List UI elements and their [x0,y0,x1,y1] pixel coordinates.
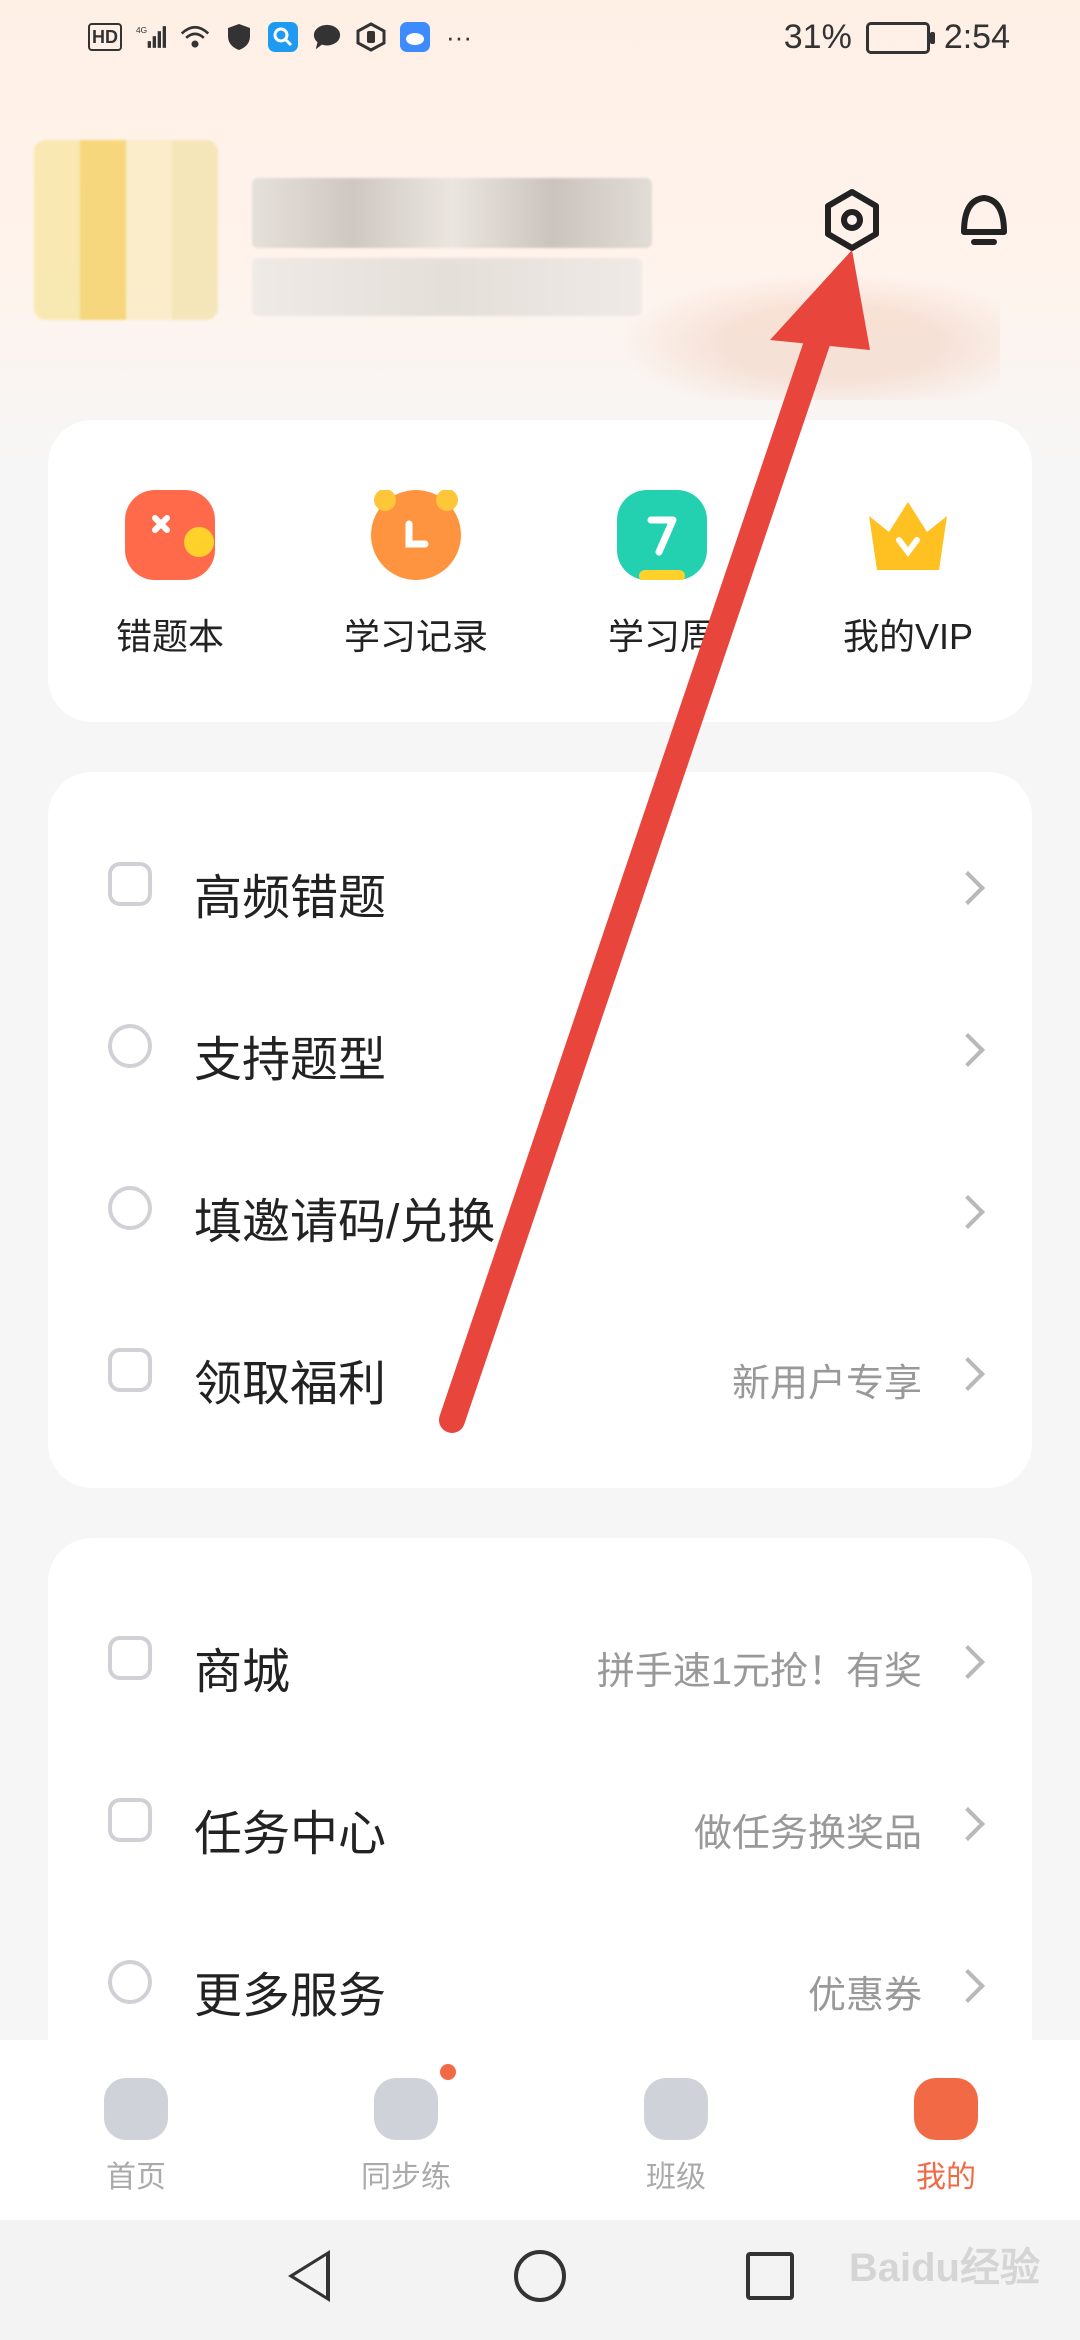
x-box-icon [108,862,152,906]
chevron-right-icon [951,1357,985,1391]
row-label: 高频错题 [194,872,387,925]
tab-label: 我的 [916,2161,976,2194]
chat-icon [312,22,342,52]
recents-nav-icon[interactable] [746,2252,794,2300]
class-icon [644,2078,708,2140]
menu-supported-question-types[interactable]: 支持题型 [48,966,1032,1128]
username-blurred[interactable] [252,178,652,248]
svg-text:4G: 4G [136,25,147,35]
user-subtitle-blurred [252,258,642,316]
shop-bag-icon [108,1636,152,1680]
status-bar: HD 4G ··· 31% 2:54 [0,0,1080,80]
status-right: 31% 2:54 [784,18,1010,57]
chevron-right-icon [951,1969,985,2003]
chevron-right-icon [951,1033,985,1067]
row-hint: 新用户专享 [731,1363,922,1405]
bottom-tab-bar: 首页 同步练 班级 我的 [0,2040,1080,2220]
shield-icon [224,22,254,52]
quick-label: 学习周 [607,616,716,657]
status-icons: HD 4G ··· [88,22,474,52]
bell-icon [961,195,1007,245]
search-app-icon [268,22,298,52]
row-hint: 做任务换奖品 [693,1813,922,1855]
row-hint: 拼手速1元抢！有奖 [596,1651,922,1693]
tab-mine[interactable]: 我的 [876,2078,1016,2196]
chevron-right-icon [951,1195,985,1229]
menu-invite-code[interactable]: 填邀请码/兑换 [48,1128,1032,1290]
tab-label: 班级 [646,2161,706,2194]
wifi-icon [180,22,210,52]
menu-card-1: 高频错题 支持题型 填邀请码/兑换 领取福利 新用户专享 [48,772,1032,1488]
battery-icon [865,21,935,54]
alarm-clock-icon [371,490,461,580]
practice-icon [374,2064,456,2140]
clock: 2:54 [943,18,1010,56]
notification-button[interactable] [944,180,1024,260]
quick-my-vip[interactable]: 我的VIP [808,490,1008,660]
quick-label: 我的VIP [842,616,974,657]
tab-sync-practice[interactable]: 同步练 [336,2064,476,2196]
profile-icon [914,2078,978,2140]
hand-icon [356,22,386,52]
row-label: 支持题型 [194,1034,387,1087]
row-label: 填邀请码/兑换 [194,1196,496,1249]
quick-actions-card: 错题本 学习记录 学习周 我的VIP [48,420,1032,722]
tab-label: 同步练 [361,2161,451,2194]
back-nav-icon[interactable] [288,2250,330,2302]
tab-home[interactable]: 首页 [66,2078,206,2196]
weekly-report-icon [617,490,707,580]
home-nav-icon[interactable] [514,2250,566,2302]
header-decoration [580,260,1000,400]
tab-class[interactable]: 班级 [606,2078,746,2196]
chevron-right-icon [951,1645,985,1679]
cloud-icon [400,22,430,52]
quick-label: 错题本 [115,616,224,657]
heart-icon [108,1960,152,2004]
quick-weekly-report[interactable]: 学习周 [562,490,762,660]
signal-icon: 4G [136,22,166,52]
home-icon [104,2078,168,2140]
quick-wrong-notebook[interactable]: 错题本 [70,490,270,660]
chevron-right-icon [951,1807,985,1841]
menu-task-center[interactable]: 任务中心 做任务换奖品 [48,1740,1032,1902]
settings-button[interactable] [812,180,892,260]
notification-dot [440,2064,456,2080]
settings-hexagon-icon [825,189,879,251]
row-label: 领取福利 [194,1358,387,1411]
hd-icon: HD [88,23,122,51]
row-label: 任务中心 [194,1808,387,1861]
battery-percent: 31% [783,18,852,56]
wrong-notebook-icon [125,490,215,580]
row-label: 商城 [194,1646,291,1699]
menu-claim-benefits[interactable]: 领取福利 新用户专享 [48,1290,1032,1452]
menu-high-frequency-errors[interactable]: 高频错题 [48,804,1032,966]
row-hint: 优惠券 [807,1975,922,2017]
ticket-icon [108,1186,152,1230]
check-box-icon [108,1798,152,1842]
tab-label: 首页 [106,2161,166,2194]
more-icon: ··· [446,21,472,52]
gift-icon [108,1348,152,1392]
tag-icon [108,1024,152,1068]
menu-card-2: 商城 拼手速1元抢！有奖 任务中心 做任务换奖品 更多服务 优惠券 [48,1538,1032,2098]
quick-label: 学习记录 [343,616,488,657]
watermark: Baidu经验 [848,2246,1040,2290]
row-label: 更多服务 [194,1970,387,2023]
crown-icon [863,490,953,580]
quick-study-record[interactable]: 学习记录 [316,490,516,660]
avatar[interactable] [34,140,218,320]
menu-mall[interactable]: 商城 拼手速1元抢！有奖 [48,1578,1032,1740]
chevron-right-icon [951,871,985,905]
